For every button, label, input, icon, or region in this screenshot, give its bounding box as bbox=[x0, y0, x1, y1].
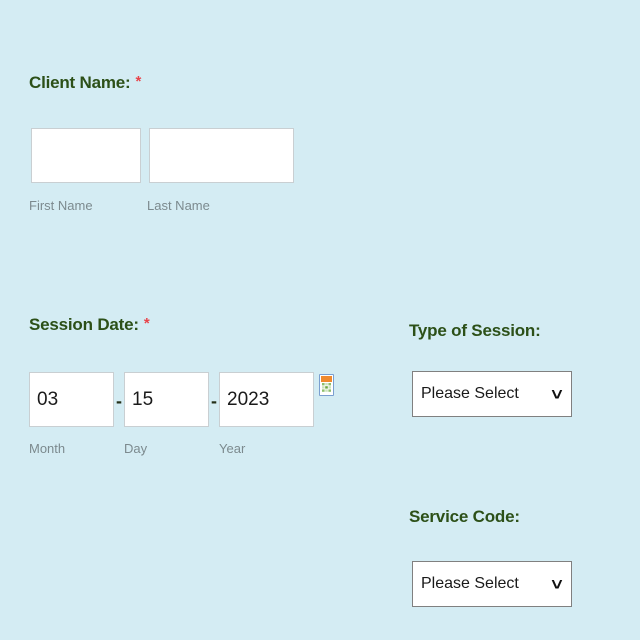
last-name-input[interactable] bbox=[149, 128, 294, 183]
first-name-input[interactable] bbox=[31, 128, 141, 183]
type-of-session-select[interactable]: Please Select ˅ bbox=[412, 371, 572, 417]
calendar-picker-button[interactable] bbox=[319, 374, 334, 396]
client-name-required-marker: * bbox=[135, 73, 142, 90]
session-date-year-input[interactable]: 2023 bbox=[219, 372, 314, 427]
first-name-sublabel: First Name bbox=[29, 198, 93, 213]
session-date-month-sublabel: Month bbox=[29, 441, 66, 456]
service-code-label: Service Code: bbox=[409, 507, 520, 526]
chevron-down-icon: ˅ bbox=[551, 574, 563, 594]
client-name-label: Client Name: * bbox=[29, 74, 141, 91]
calendar-icon bbox=[321, 376, 332, 394]
chevron-down-icon: ˅ bbox=[551, 384, 563, 404]
session-date-label-text: Session Date: bbox=[29, 315, 139, 334]
session-date-day-value: 15 bbox=[132, 388, 154, 410]
client-name-label-text: Client Name: bbox=[29, 73, 131, 92]
session-date-day-input[interactable]: 15 bbox=[124, 372, 209, 427]
session-date-required-marker: * bbox=[143, 315, 150, 332]
service-code-selected-value: Please Select bbox=[421, 575, 519, 592]
last-name-sublabel: Last Name bbox=[147, 198, 210, 213]
date-separator: - bbox=[116, 391, 122, 411]
type-of-session-selected-value: Please Select bbox=[421, 385, 519, 402]
session-date-month-input[interactable]: 03 bbox=[29, 372, 114, 427]
session-date-year-value: 2023 bbox=[227, 388, 270, 410]
service-code-select[interactable]: Please Select ˅ bbox=[412, 561, 572, 607]
session-date-day-sublabel: Day bbox=[124, 441, 148, 456]
session-date-month-value: 03 bbox=[37, 388, 59, 410]
type-of-session-label: Type of Session: bbox=[409, 321, 541, 340]
session-date-year-sublabel: Year bbox=[219, 441, 246, 456]
session-date-label: Session Date: * bbox=[29, 315, 150, 334]
date-separator: - bbox=[211, 391, 217, 411]
session-entry-form: Client Name: * First Name Last Name Sessi… bbox=[0, 0, 640, 640]
